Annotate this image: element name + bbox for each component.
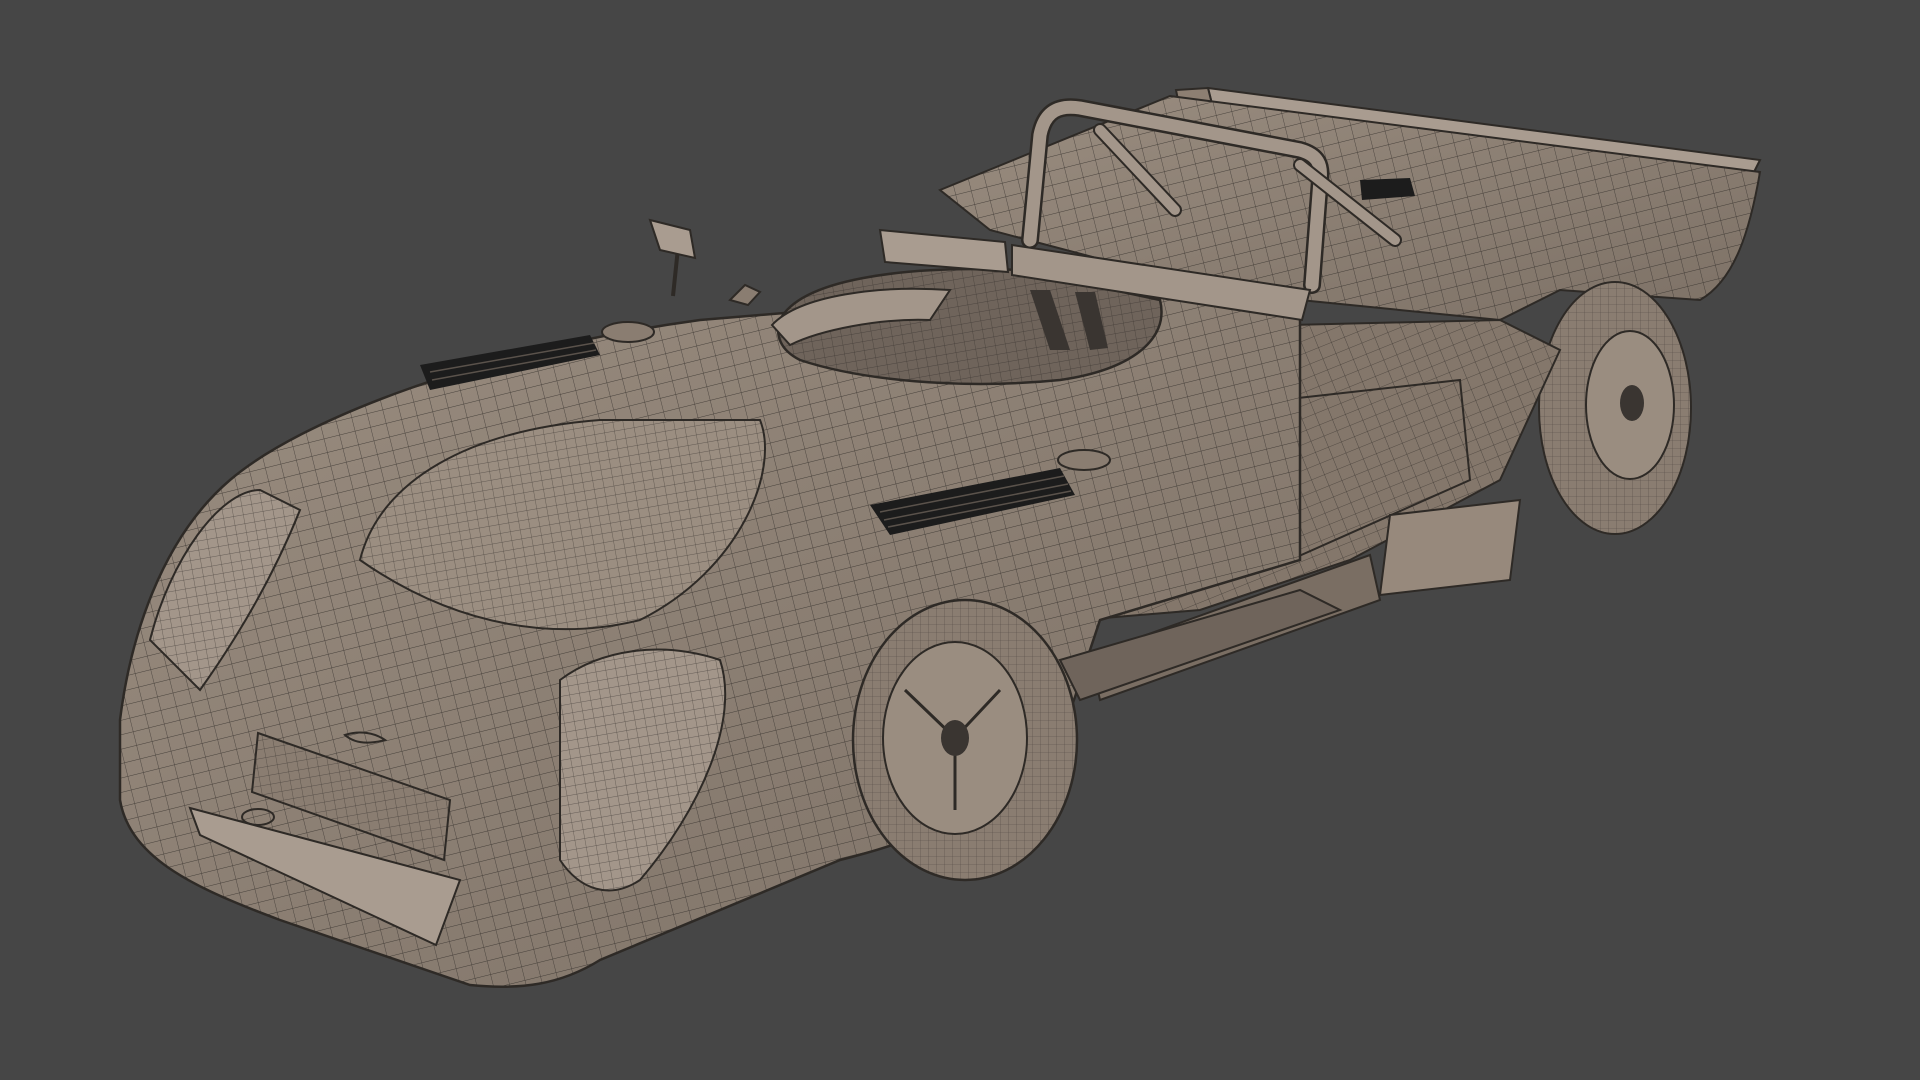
front-wheel[interactable] (851, 598, 1079, 882)
headrest (878, 228, 1010, 274)
front-body[interactable] (118, 278, 1302, 988)
side-mirror[interactable] (648, 218, 762, 307)
rear-wheel[interactable] (1538, 281, 1692, 535)
fuel-cap-right (1057, 449, 1111, 471)
car-wireframe-model[interactable] (0, 0, 1920, 1080)
fuel-cap-left (601, 321, 655, 343)
3d-viewport[interactable] (0, 0, 1920, 1080)
